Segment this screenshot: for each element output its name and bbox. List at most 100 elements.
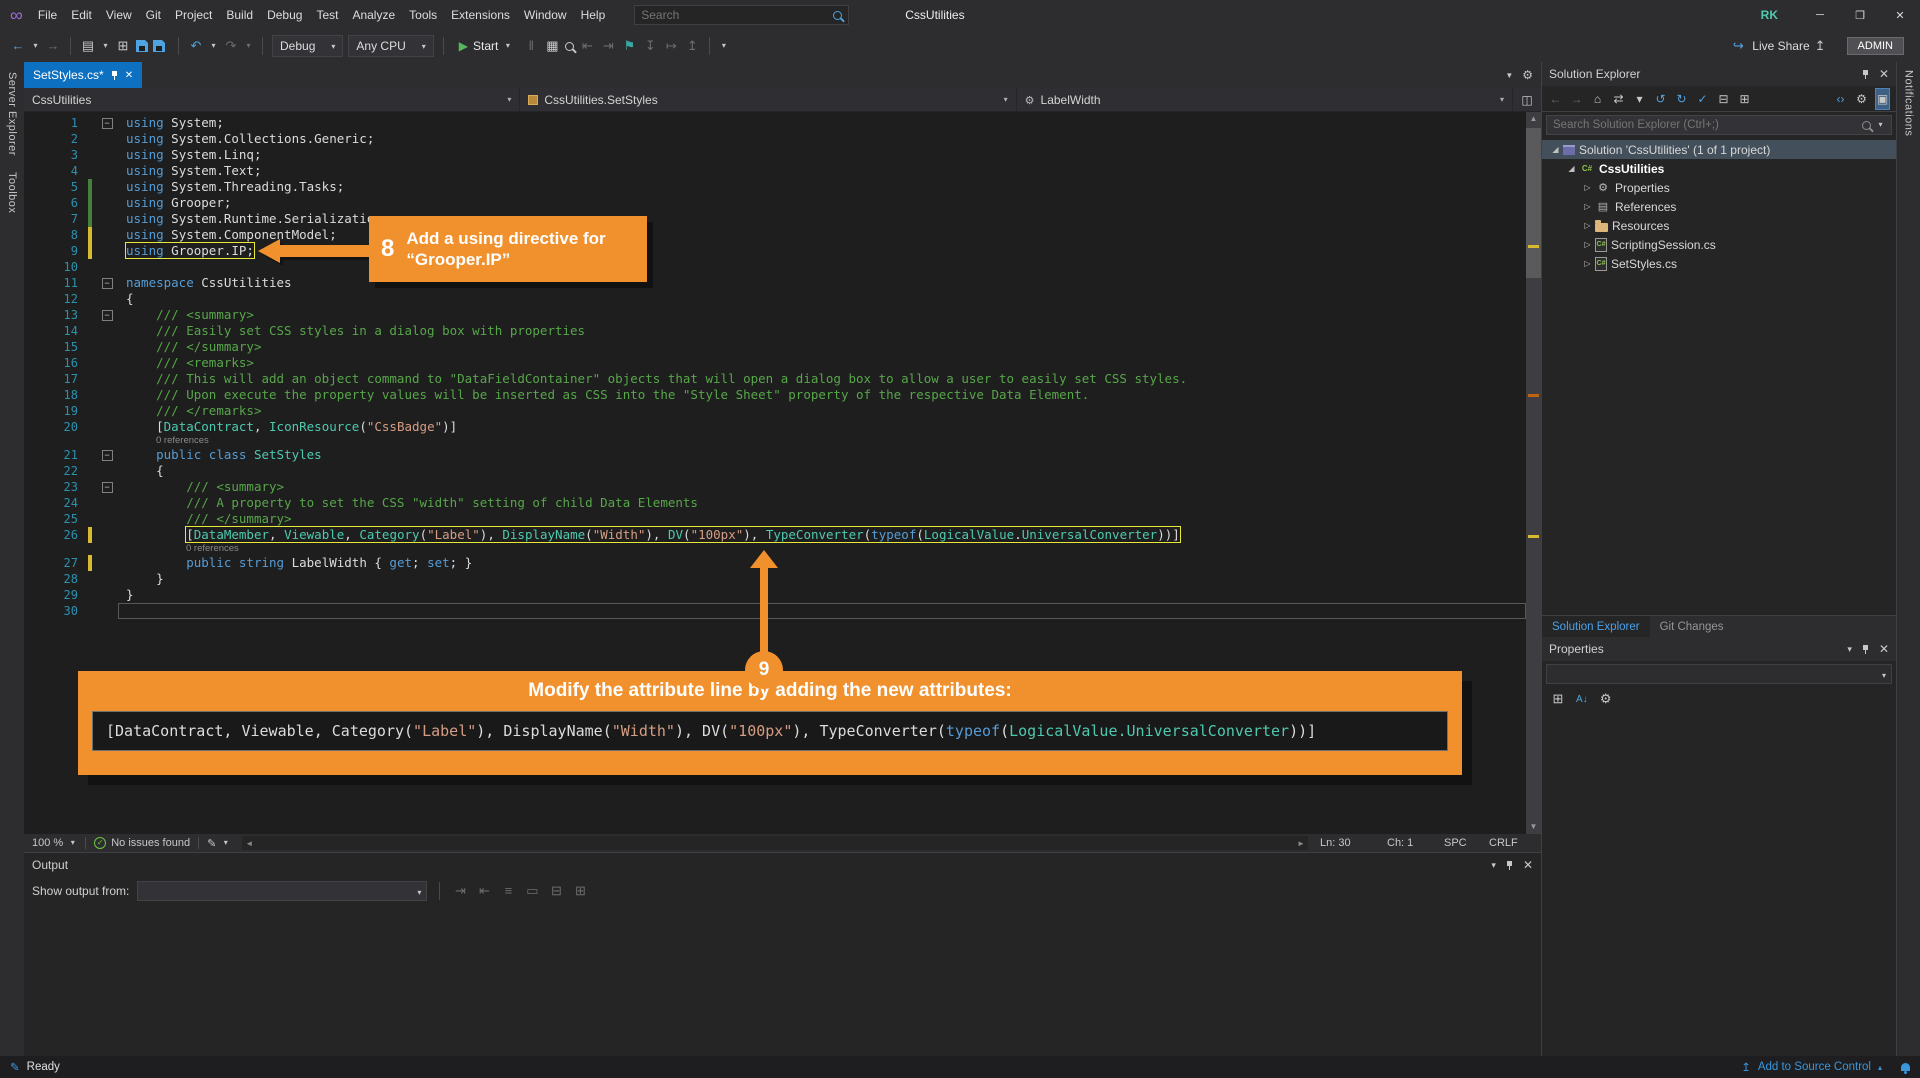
code-line-21[interactable]: 21− public class SetStyles [24, 447, 1526, 463]
sidebar-tab-server-explorer[interactable]: Server Explorer [6, 72, 18, 156]
maximize-button[interactable]: ❐ [1840, 0, 1880, 30]
sync-with-active-document-icon[interactable]: ✓ [1696, 89, 1709, 109]
chevron-down-icon[interactable]: ▾ [507, 95, 511, 104]
close-icon[interactable]: ✕ [1879, 67, 1889, 81]
editor-options-gear-icon[interactable]: ⚙ [1522, 68, 1533, 82]
add-item-icon[interactable]: ⊞ [115, 35, 131, 57]
redo-icon[interactable]: ↷ [223, 35, 239, 57]
properties-gear-icon[interactable]: ⚙ [1855, 89, 1868, 109]
solution-explorer-search-input[interactable] [1553, 119, 1857, 131]
step-over-icon[interactable]: ↦ [663, 35, 679, 57]
code-line-1[interactable]: 1−using System; [24, 115, 1526, 131]
alphabetical-sort-icon[interactable]: A↓ [1576, 694, 1588, 705]
switch-views-icon[interactable]: ⇄ [1612, 89, 1625, 109]
code-line-9[interactable]: 9using Grooper.IP; [24, 243, 1526, 259]
menu-extensions[interactable]: Extensions [444, 0, 517, 30]
save-all-icon[interactable] [153, 40, 165, 52]
output-source-dropdown[interactable]: ▾ [137, 881, 427, 901]
fold-collapse-icon[interactable]: − [102, 118, 113, 129]
zoom-dropdown[interactable]: 100 % ▾ [24, 834, 85, 852]
tree-expanded-icon[interactable]: ◢ [1548, 145, 1563, 154]
home-icon[interactable]: ⌂ [1591, 89, 1604, 109]
start-debugging-button[interactable]: ▶ Start ▾ [453, 35, 519, 57]
panel-tab-git-changes[interactable]: Git Changes [1650, 616, 1734, 637]
close-tab-icon[interactable]: ✕ [125, 70, 133, 81]
pin-icon[interactable] [1862, 69, 1869, 80]
navigate-forward-icon[interactable]: → [45, 35, 61, 57]
solution-platforms-dropdown[interactable]: Any CPU ▾ [348, 35, 433, 57]
code-line-20[interactable]: 20 [DataContract, IconResource("CssBadge… [24, 419, 1526, 435]
code-line-6[interactable]: 6using Grooper; [24, 195, 1526, 211]
codelens-row[interactable]: 0 references [118, 543, 1526, 555]
tree-item-solution-cssutilities-1-of-1-project[interactable]: ◢Solution 'CssUtilities' (1 of 1 project… [1542, 140, 1896, 159]
code-line-4[interactable]: 4using System.Text; [24, 163, 1526, 179]
menu-debug[interactable]: Debug [260, 0, 309, 30]
autoscroll-icon[interactable]: ⊞ [572, 880, 588, 902]
menu-git[interactable]: Git [139, 0, 168, 30]
menu-help[interactable]: Help [574, 0, 613, 30]
open-documents-dropdown-icon[interactable]: ▼ [1505, 71, 1513, 80]
message-list-icon[interactable]: ≡ [500, 880, 516, 902]
split-window-icon[interactable]: ◫ [1513, 88, 1541, 111]
undo-icon[interactable]: ↶ [188, 35, 204, 57]
panel-tab-solution-explorer[interactable]: Solution Explorer [1542, 616, 1650, 637]
code-line-25[interactable]: 25 /// </summary> [24, 511, 1526, 527]
menu-file[interactable]: File [31, 0, 64, 30]
view-code-icon[interactable]: ‹› [1834, 89, 1847, 109]
pin-tab-icon[interactable] [111, 70, 118, 81]
preview-selected-items-icon[interactable]: ▣ [1876, 89, 1889, 109]
tree-item-scriptingsession-cs[interactable]: ▷C#ScriptingSession.cs [1542, 235, 1896, 254]
pin-icon[interactable] [1862, 644, 1869, 655]
breadcrumb-segment-labelwidth[interactable]: LabelWidth▾ [1017, 88, 1513, 111]
code-line-15[interactable]: 15 /// </summary> [24, 339, 1526, 355]
quick-search-input[interactable] [641, 8, 833, 22]
property-pages-icon[interactable]: ⚙ [1598, 688, 1614, 710]
code-line-28[interactable]: 28 } [24, 571, 1526, 587]
code-line-22[interactable]: 22 { [24, 463, 1526, 479]
tree-collapsed-icon[interactable]: ▷ [1580, 202, 1595, 211]
code-line-8[interactable]: 8using System.ComponentModel; [24, 227, 1526, 243]
refresh-icon[interactable]: ↻ [1675, 89, 1688, 109]
scrollbar-thumb[interactable] [1526, 128, 1541, 278]
fold-collapse-icon[interactable]: − [102, 482, 113, 493]
chevron-down-icon[interactable]: ▾ [1847, 644, 1852, 655]
chevron-down-icon[interactable]: ▾ [1491, 860, 1496, 871]
share-icon[interactable]: ↥ [1815, 38, 1826, 54]
pin-icon[interactable] [1506, 860, 1513, 871]
sidebar-tab-notifications[interactable]: Notifications [1903, 70, 1915, 1056]
navigate-backward-icon[interactable]: ← [10, 35, 26, 57]
tree-expanded-icon[interactable]: ◢ [1564, 164, 1579, 173]
menu-project[interactable]: Project [168, 0, 219, 30]
quick-search-box[interactable] [634, 5, 849, 25]
health-indicator[interactable]: ✓ No issues found [86, 834, 198, 852]
bookmark-icon[interactable]: ⚑ [621, 35, 637, 57]
sidebar-tab-toolbox[interactable]: Toolbox [6, 172, 18, 213]
account-avatar[interactable]: RK [1761, 8, 1778, 22]
chevron-up-icon[interactable]: ▴ [1878, 1063, 1882, 1072]
new-project-icon[interactable]: ▤ [80, 35, 96, 57]
forward-icon[interactable]: → [1570, 89, 1583, 109]
tree-item-cssutilities[interactable]: ◢C#CssUtilities [1542, 159, 1896, 178]
close-icon[interactable]: ✕ [1879, 642, 1889, 656]
editor-vertical-scrollbar[interactable]: ▲ ▼ [1526, 112, 1541, 834]
show-all-files-icon[interactable]: ⊞ [1738, 89, 1751, 109]
sync-icon[interactable]: ↺ [1654, 89, 1667, 109]
previous-message-icon[interactable]: ⇤ [476, 880, 492, 902]
codelens-references-label[interactable]: 0 references [118, 543, 239, 555]
tree-collapsed-icon[interactable]: ▷ [1580, 221, 1595, 230]
step-into-icon[interactable]: ↧ [642, 35, 658, 57]
tree-item-references[interactable]: ▷References [1542, 197, 1896, 216]
scroll-left-icon[interactable]: ◄ [242, 836, 256, 850]
menu-view[interactable]: View [99, 0, 139, 30]
back-icon[interactable]: ← [1549, 89, 1562, 109]
code-line-29[interactable]: 29} [24, 587, 1526, 603]
clear-all-icon[interactable]: ▭ [524, 880, 540, 902]
navigate-backward-dropdown-icon[interactable]: ▾ [31, 35, 40, 57]
output-content[interactable] [24, 905, 1541, 1056]
breadcrumb-segment-cssutilities-setstyles[interactable]: CssUtilities.SetStyles▾ [520, 88, 1016, 111]
fold-collapse-icon[interactable]: − [102, 310, 113, 321]
code-line-26[interactable]: 26 [DataMember, Viewable, Category("Labe… [24, 527, 1526, 543]
solution-explorer-search[interactable]: ▾ [1546, 115, 1892, 135]
tree-collapsed-icon[interactable]: ▷ [1580, 259, 1595, 268]
codelens-references-label[interactable]: 0 references [118, 435, 209, 447]
